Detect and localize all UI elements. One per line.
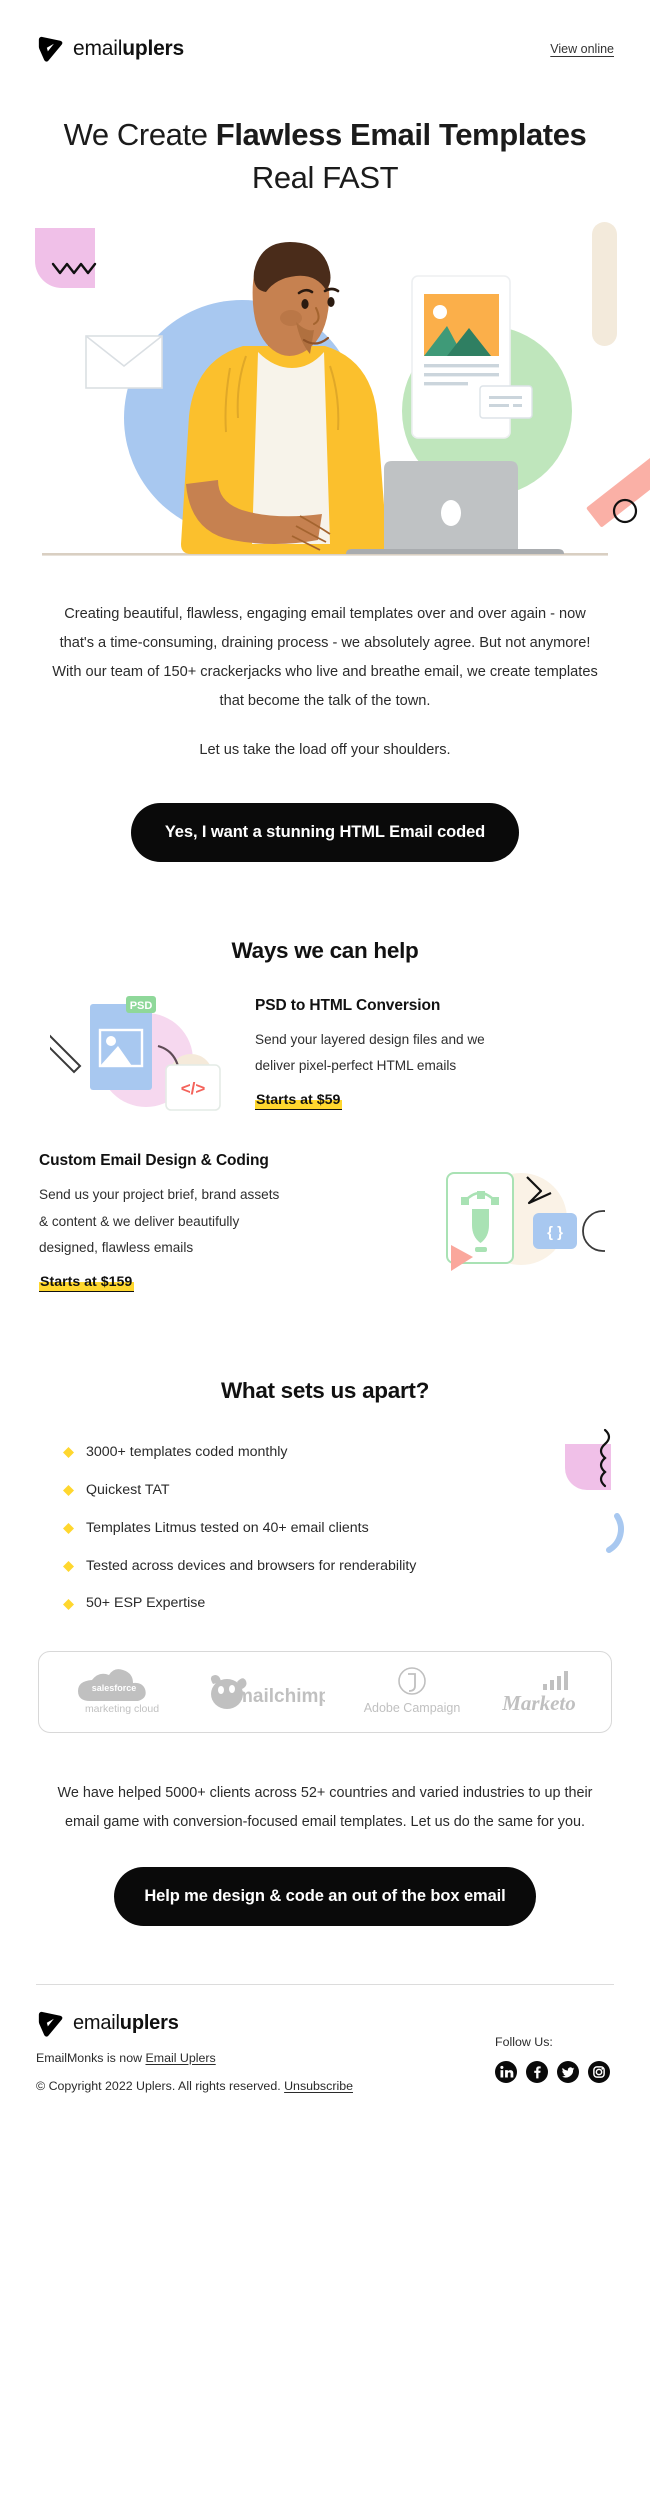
twitter-icon[interactable] bbox=[557, 2060, 579, 2083]
person-figure bbox=[181, 241, 387, 554]
service-text-block: Custom Email Design & Coding Send us you… bbox=[25, 1152, 395, 1292]
paper-plane-badge-icon bbox=[38, 36, 63, 62]
diamond-bullet-icon bbox=[63, 1523, 74, 1535]
salesforce-marketing-cloud-logo: salesforce marketing cloud bbox=[70, 1666, 174, 1718]
service-title: Custom Email Design & Coding bbox=[39, 1152, 269, 1170]
service-card-custom-design: Custom Email Design & Coding Send us you… bbox=[25, 1152, 625, 1292]
primary-cta-button[interactable]: Yes, I want a stunning HTML Email coded bbox=[130, 803, 520, 863]
linkedin-icon[interactable] bbox=[495, 2060, 517, 2083]
bullets-decoration bbox=[565, 1428, 624, 1553]
brand-wordmark: emailuplers bbox=[73, 37, 184, 61]
cream-pill-decoration bbox=[592, 221, 617, 346]
brand-word-bold: uplers bbox=[122, 37, 185, 60]
service-description: Send your layered design files and we de… bbox=[255, 1031, 485, 1074]
section-title-ways: Ways we can help bbox=[231, 938, 419, 964]
svg-text:{ }: { } bbox=[547, 1224, 563, 1241]
follow-us-label: Follow Us: bbox=[495, 2034, 553, 2049]
svg-text:mailchimp: mailchimp bbox=[236, 1686, 325, 1707]
headline-part-2: Flawless Email Templates bbox=[215, 117, 587, 152]
service-description: Send us your project brief, brand assets… bbox=[39, 1187, 280, 1256]
diamond-bullet-icon bbox=[63, 1447, 74, 1459]
svg-text:marketing cloud: marketing cloud bbox=[84, 1703, 158, 1715]
copyright-note: © Copyright 2022 Uplers. All rights rese… bbox=[36, 2079, 353, 2093]
brand-logo[interactable]: emailuplers bbox=[36, 36, 184, 62]
svg-text:</>: </> bbox=[181, 1079, 206, 1098]
pen-tool-code-icon: { } bbox=[395, 1157, 625, 1287]
headline-part-1: We Create bbox=[63, 117, 216, 152]
email-uplers-link[interactable]: Email Uplers bbox=[145, 2051, 215, 2065]
closing-copy: We have helped 5000+ clients across 52+ … bbox=[57, 1785, 593, 1831]
copyright-text: © Copyright 2022 Uplers. All rights rese… bbox=[36, 2078, 285, 2093]
differentiators-list: 3000+ templates coded monthly Quickest T… bbox=[45, 1428, 624, 1623]
mailchimp-logo: mailchimp bbox=[207, 1672, 325, 1712]
secondary-cta-button[interactable]: Help me design & code an out of the box … bbox=[114, 1866, 536, 1926]
esp-logo-strip: salesforce marketing cloud mailchimp Ado… bbox=[38, 1651, 612, 1734]
footer-brand-logo[interactable]: emailuplers bbox=[36, 2011, 353, 2037]
email-header: emailuplers View online bbox=[0, 0, 650, 70]
view-online-link[interactable]: View online bbox=[550, 42, 614, 56]
adobe-campaign-logo: Adobe Campaign bbox=[358, 1665, 466, 1719]
service-price-badge: Starts at $159 bbox=[39, 1273, 135, 1292]
rebrand-prefix: EmailMonks is now bbox=[36, 2050, 146, 2065]
rebrand-note: EmailMonks is now Email Uplers bbox=[36, 2051, 353, 2065]
list-item: 50+ ESP Expertise bbox=[45, 1585, 605, 1623]
email-newsletter-page: emailuplers View online We Create Flawle… bbox=[0, 0, 650, 2500]
intro-subline: Let us take the load off your shoulders. bbox=[199, 742, 451, 759]
diamond-bullet-icon bbox=[63, 1598, 74, 1610]
hero-illustration bbox=[0, 216, 650, 576]
facebook-icon[interactable] bbox=[526, 2060, 548, 2083]
list-item-label: Templates Litmus tested on 40+ email cli… bbox=[86, 1519, 369, 1536]
marketo-logo: Marketo bbox=[499, 1670, 581, 1714]
footer-brand-wordmark: emailuplers bbox=[73, 2012, 179, 2035]
instagram-icon[interactable] bbox=[588, 2060, 610, 2083]
psd-to-code-icon: PSD </> bbox=[25, 988, 255, 1118]
footer-brand-word-bold: uplers bbox=[119, 2012, 179, 2035]
list-item-label: Quickest TAT bbox=[86, 1481, 170, 1498]
svg-text:Marketo: Marketo bbox=[501, 1691, 576, 1714]
intro-copy: Creating beautiful, flawless, engaging e… bbox=[45, 600, 605, 766]
envelope-icon bbox=[85, 334, 163, 389]
section-title-apart: What sets us apart? bbox=[220, 1377, 430, 1403]
list-item-label: 3000+ templates coded monthly bbox=[86, 1443, 288, 1460]
email-footer: emailuplers EmailMonks is now Email Uple… bbox=[36, 2009, 614, 2093]
footer-divider bbox=[36, 1983, 614, 1985]
service-title: PSD to HTML Conversion bbox=[255, 996, 441, 1014]
social-links bbox=[495, 2060, 610, 2083]
primary-cta-row: Yes, I want a stunning HTML Email coded bbox=[0, 765, 650, 863]
diamond-bullet-icon bbox=[63, 1561, 74, 1573]
footer-left-column: emailuplers EmailMonks is now Email Uple… bbox=[36, 2009, 353, 2093]
headline-part-3: Real FAST bbox=[251, 159, 399, 195]
svg-text:Adobe Campaign: Adobe Campaign bbox=[363, 1701, 460, 1715]
footer-social-column: Follow Us: bbox=[495, 2009, 614, 2083]
unsubscribe-link[interactable]: Unsubscribe bbox=[284, 2079, 353, 2093]
list-item-label: Tested across devices and browsers for r… bbox=[86, 1557, 417, 1574]
intro-paragraph: Creating beautiful, flawless, engaging e… bbox=[52, 605, 598, 710]
service-card-psd-to-html: PSD </> PSD to HTML Conversion Send your… bbox=[25, 988, 625, 1118]
service-text-block: PSD to HTML Conversion Send your layered… bbox=[255, 997, 625, 1110]
list-item-label: 50+ ESP Expertise bbox=[86, 1595, 206, 1612]
brand-word-light: email bbox=[73, 37, 123, 60]
paper-plane-badge-icon bbox=[38, 2011, 63, 2037]
footer-brand-word-light: email bbox=[73, 2012, 120, 2035]
svg-text:PSD: PSD bbox=[130, 1000, 153, 1012]
secondary-cta-row: Help me design & code an out of the box … bbox=[0, 1837, 650, 1926]
service-price-badge: Starts at $59 bbox=[255, 1091, 343, 1110]
leaf-shape-decoration bbox=[35, 227, 95, 288]
page-title: We Create Flawless Email Templates Real … bbox=[45, 114, 605, 200]
svg-text:salesforce: salesforce bbox=[91, 1683, 136, 1693]
salmon-bar-decoration bbox=[586, 455, 650, 527]
diamond-bullet-icon bbox=[63, 1485, 74, 1497]
